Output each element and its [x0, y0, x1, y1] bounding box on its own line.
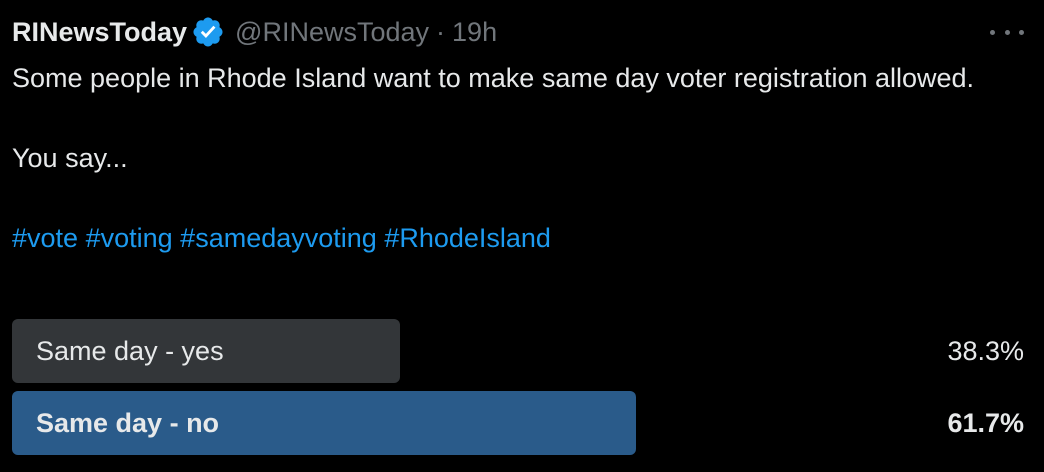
author-name[interactable]: RINewsToday: [12, 17, 187, 48]
more-dot: [1019, 29, 1024, 35]
more-options-icon[interactable]: [990, 18, 1024, 46]
tweet-header: RINewsToday @RINewsToday · 19h: [12, 14, 497, 50]
tweet-text-line: You say...: [12, 143, 128, 173]
hashtag-link[interactable]: #vote: [12, 223, 78, 253]
tweet-timestamp[interactable]: 19h: [452, 17, 497, 48]
more-dot: [1004, 29, 1010, 35]
header-separator: ·: [436, 16, 446, 47]
more-dot: [990, 29, 995, 35]
hashtag-link[interactable]: #samedayvoting: [180, 223, 377, 253]
poll: Same day - yes 38.3% Same day - no 61.7%: [12, 319, 1024, 463]
tweet-body: Some people in Rhode Island want to make…: [12, 58, 1012, 258]
poll-option-label: Same day - yes: [36, 336, 224, 366]
poll-option-percent: 61.7%: [947, 408, 1024, 438]
hashtag-link[interactable]: #RhodeIsland: [384, 223, 551, 253]
tweet-text-line: Some people in Rhode Island want to make…: [12, 63, 975, 93]
poll-option-no: Same day - no 61.7%: [12, 391, 1024, 455]
author-handle[interactable]: @RINewsToday: [235, 17, 429, 48]
poll-option-label: Same day - no: [36, 408, 220, 438]
poll-option-yes: Same day - yes 38.3%: [12, 319, 1024, 383]
verified-badge-icon: [191, 15, 225, 49]
poll-option-percent: 38.3%: [947, 336, 1024, 366]
hashtag-list: #vote #voting #samedayvoting #RhodeIslan…: [12, 218, 1012, 258]
hashtag-link[interactable]: #voting: [86, 223, 173, 253]
